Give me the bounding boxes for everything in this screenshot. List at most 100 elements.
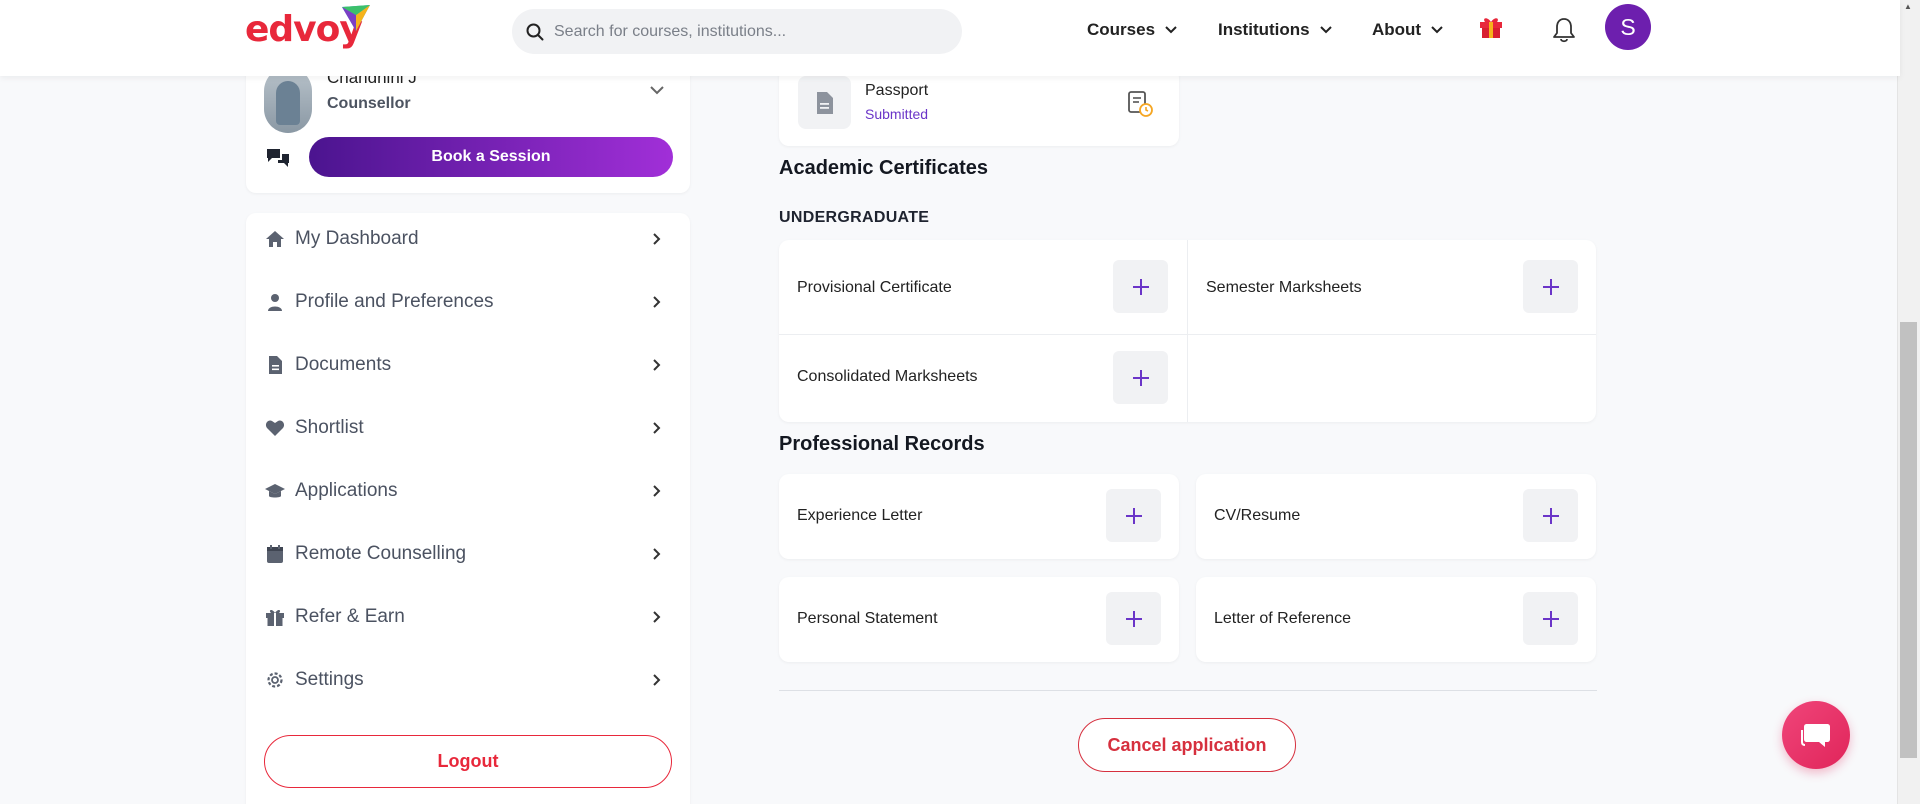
chevron-right-icon — [653, 422, 661, 434]
graduation-cap-icon — [265, 484, 285, 498]
add-provisional-certificate-button[interactable] — [1113, 260, 1168, 313]
calendar-icon — [267, 545, 283, 563]
bell-icon — [1553, 18, 1575, 43]
chevron-right-icon — [653, 485, 661, 497]
sidebar-item-label: Remote Counselling — [295, 543, 467, 564]
gift-icon — [1480, 18, 1502, 38]
search-icon — [526, 23, 544, 40]
doc-label-letter-of-reference: Letter of Reference — [1214, 610, 1351, 627]
sidebar-item-documents[interactable]: Documents — [246, 339, 690, 391]
plus-icon — [1132, 369, 1149, 386]
grid-divider — [1187, 240, 1188, 422]
chevron-right-icon — [653, 233, 661, 245]
letter-of-reference-card: Letter of Reference — [1196, 577, 1596, 662]
chevron-right-icon — [653, 548, 661, 560]
top-header: edvoy Courses Institutions About — [0, 0, 1900, 76]
plus-icon — [1542, 278, 1559, 295]
gear-icon — [267, 672, 283, 688]
sidebar-item-label: Applications — [295, 480, 398, 501]
cv-resume-card: CV/Resume — [1196, 474, 1596, 559]
add-experience-letter-button[interactable] — [1106, 489, 1161, 542]
doc-label-provisional-certificate: Provisional Certificate — [797, 279, 952, 296]
sidebar-item-label: Shortlist — [295, 417, 364, 438]
document-status: Submitted — [865, 106, 929, 122]
counsellor-role: Counsellor — [327, 95, 411, 112]
page-scrollbar-thumb[interactable] — [1900, 322, 1917, 758]
search-input[interactable] — [554, 22, 934, 41]
chat-icon — [1801, 724, 1830, 747]
experience-letter-card: Experience Letter — [779, 474, 1179, 559]
chevron-right-icon — [653, 611, 661, 623]
nav-about-label: About — [1372, 20, 1422, 39]
logo-mark-icon — [342, 5, 370, 31]
chevron-down-icon — [1319, 26, 1332, 34]
nav-about[interactable]: About — [1372, 14, 1443, 46]
sidebar-item-applications[interactable]: Applications — [246, 465, 690, 517]
sidebar-item-remote-counselling[interactable]: Remote Counselling — [246, 528, 690, 580]
document-icon — [269, 356, 282, 374]
sidebar-item-label: Documents — [295, 354, 392, 375]
document-pending-icon[interactable] — [1126, 90, 1154, 118]
sidebar-item-profile[interactable]: Profile and Preferences — [246, 276, 690, 328]
add-consolidated-marksheets-button[interactable] — [1113, 351, 1168, 404]
chat-bubbles-icon[interactable] — [266, 147, 290, 169]
chevron-right-icon — [653, 296, 661, 308]
document-thumbnail — [798, 76, 851, 129]
chevron-down-icon[interactable] — [649, 85, 665, 95]
edvoy-logo[interactable]: edvoy — [245, 5, 370, 52]
sidebar-item-label: Settings — [295, 669, 364, 690]
sidebar-item-refer-earn[interactable]: Refer & Earn — [246, 591, 690, 643]
gift-button[interactable] — [1478, 14, 1504, 45]
gift-icon — [266, 609, 284, 626]
search-bar[interactable] — [512, 9, 962, 54]
doc-label-experience-letter: Experience Letter — [797, 507, 923, 524]
live-chat-button[interactable] — [1782, 701, 1850, 769]
document-title: Passport — [865, 82, 929, 99]
chevron-down-icon — [1431, 26, 1443, 34]
grid-divider — [779, 334, 1596, 335]
add-letter-of-reference-button[interactable] — [1523, 592, 1578, 645]
book-session-button[interactable]: Book a Session — [309, 137, 673, 177]
personal-statement-card: Personal Statement — [779, 577, 1179, 662]
user-icon — [268, 294, 282, 311]
chevron-down-icon — [1165, 26, 1177, 34]
scroll-up-arrow-icon[interactable]: ▲ — [1904, 2, 1912, 11]
nav-courses-label: Courses — [1087, 20, 1156, 39]
plus-icon — [1125, 507, 1142, 524]
sidebar-item-label: Profile and Preferences — [295, 291, 494, 312]
add-cv-resume-button[interactable] — [1523, 489, 1578, 542]
sidebar-item-settings[interactable]: Settings — [246, 654, 690, 706]
passport-document-card[interactable]: Passport Submitted — [779, 68, 1179, 146]
counsellor-avatar — [264, 67, 312, 133]
notifications-button[interactable] — [1551, 16, 1577, 49]
chevron-right-icon — [653, 359, 661, 371]
sidebar-menu: My Dashboard Profile and Preferences Doc… — [246, 213, 690, 804]
doc-label-personal-statement: Personal Statement — [797, 610, 938, 627]
nav-institutions[interactable]: Institutions — [1218, 14, 1332, 46]
section-divider — [779, 690, 1597, 691]
heart-icon — [265, 420, 285, 436]
undergraduate-documents-grid: Provisional Certificate Semester Markshe… — [779, 240, 1596, 422]
nav-institutions-label: Institutions — [1218, 20, 1310, 39]
undergraduate-subheading: UNDERGRADUATE — [779, 209, 930, 226]
user-avatar[interactable]: S — [1605, 4, 1651, 50]
professional-records-heading: Professional Records — [779, 433, 985, 455]
chevron-right-icon — [653, 674, 661, 686]
academic-certificates-heading: Academic Certificates — [779, 157, 988, 179]
add-personal-statement-button[interactable] — [1106, 592, 1161, 645]
sidebar-item-label: My Dashboard — [295, 228, 419, 249]
document-icon — [816, 91, 833, 114]
doc-label-semester-marksheets: Semester Marksheets — [1206, 279, 1362, 296]
logout-button[interactable]: Logout — [264, 735, 672, 788]
cancel-application-button[interactable]: Cancel application — [1078, 718, 1296, 772]
nav-courses[interactable]: Courses — [1087, 14, 1177, 46]
plus-icon — [1125, 610, 1142, 627]
doc-label-cv-resume: CV/Resume — [1214, 507, 1301, 524]
plus-icon — [1542, 610, 1559, 627]
sidebar-item-label: Refer & Earn — [295, 606, 405, 627]
plus-icon — [1132, 278, 1149, 295]
sidebar-item-my-dashboard[interactable]: My Dashboard — [246, 213, 690, 265]
doc-label-consolidated-marksheets: Consolidated Marksheets — [797, 368, 978, 385]
sidebar-item-shortlist[interactable]: Shortlist — [246, 402, 690, 454]
add-semester-marksheets-button[interactable] — [1523, 260, 1578, 313]
